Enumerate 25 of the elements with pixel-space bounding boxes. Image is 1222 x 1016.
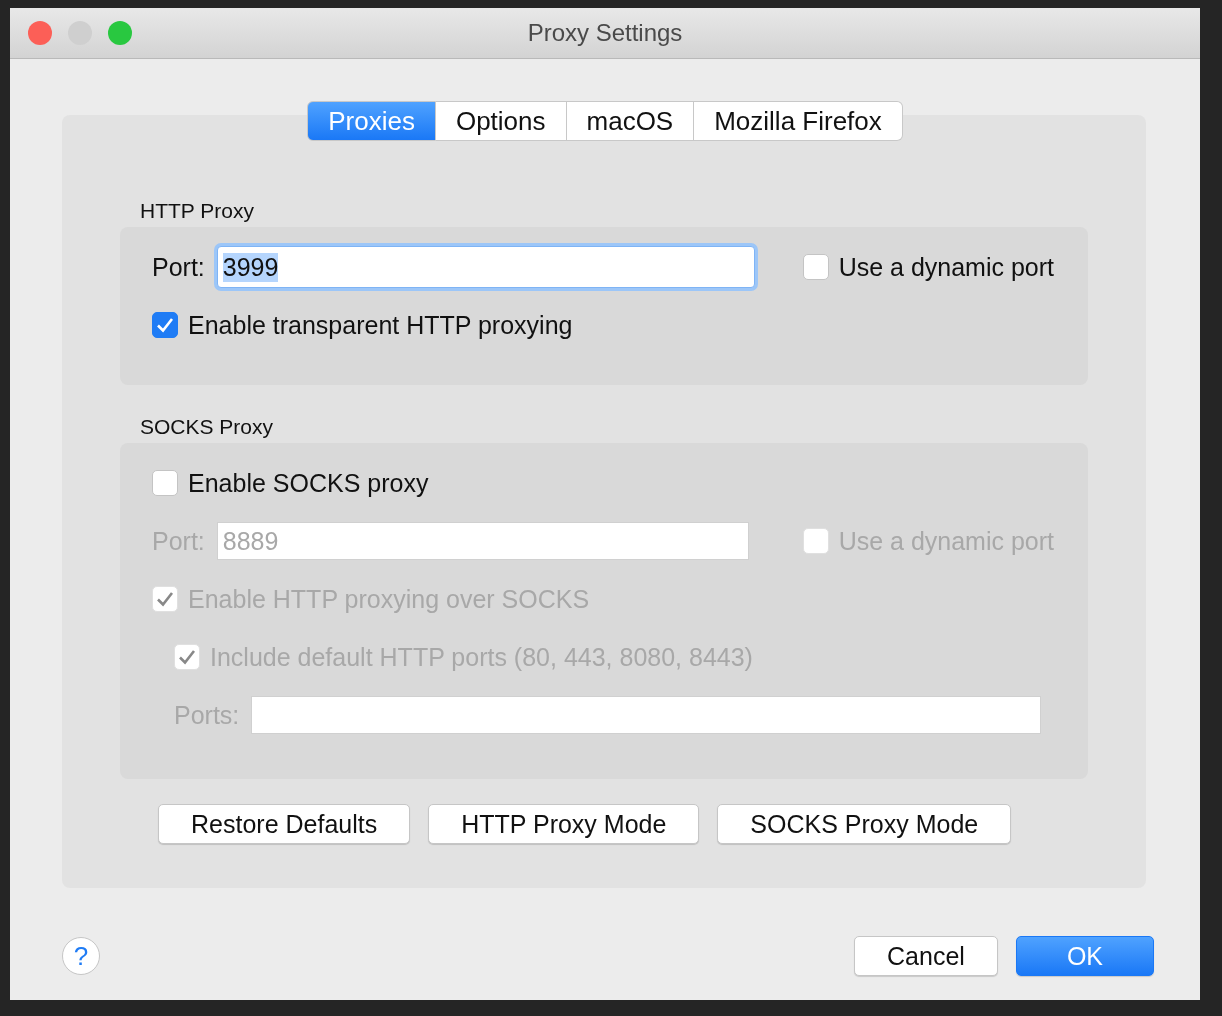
checkmark-icon bbox=[156, 317, 174, 333]
checkbox[interactable] bbox=[802, 254, 829, 280]
zoom-button[interactable] bbox=[108, 21, 132, 45]
close-button[interactable] bbox=[28, 21, 52, 45]
tab[interactable]: macOS bbox=[566, 101, 695, 141]
checkbox[interactable] bbox=[152, 470, 178, 496]
dialog-button[interactable]: Cancel bbox=[854, 936, 998, 976]
checkbox-label: Enable transparent HTTP proxying bbox=[188, 310, 573, 340]
checkbox-label: Enable SOCKS proxy bbox=[188, 468, 429, 498]
tab[interactable]: Options bbox=[435, 101, 567, 141]
window-title: Proxy Settings bbox=[527, 19, 683, 47]
ports-field[interactable] bbox=[251, 696, 1042, 734]
section-title: HTTP Proxy bbox=[140, 199, 255, 223]
checkmark-icon bbox=[156, 591, 174, 607]
mode-button[interactable]: HTTP Proxy Mode bbox=[428, 804, 700, 844]
mode-button[interactable]: SOCKS Proxy Mode bbox=[717, 804, 1012, 844]
checkbox-label: Use a dynamic port bbox=[838, 252, 1054, 282]
tab[interactable]: Mozilla Firefox bbox=[694, 101, 903, 141]
port-label: Port: bbox=[152, 252, 205, 282]
checkmark-icon bbox=[178, 649, 196, 665]
section-title: SOCKS Proxy bbox=[140, 415, 275, 439]
help-button[interactable]: ? bbox=[62, 937, 100, 975]
port-field[interactable]: 3999 bbox=[216, 246, 755, 288]
checkbox[interactable] bbox=[152, 312, 178, 338]
mode-button[interactable]: Restore Defaults bbox=[158, 804, 411, 844]
